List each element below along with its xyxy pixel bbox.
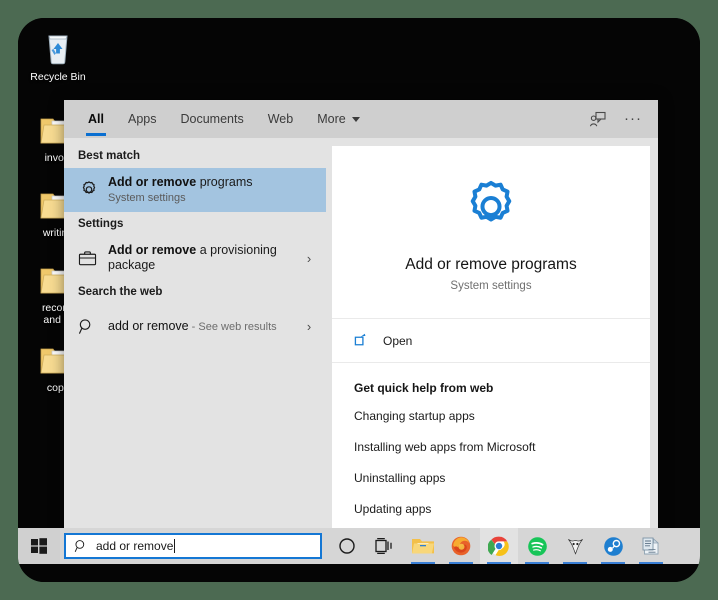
open-action-label: Open [383,333,413,348]
windows-logo-icon [31,538,47,554]
result-add-or-remove-programs[interactable]: Add or remove programs System settings [64,168,326,212]
help-link-updating-apps[interactable]: Updating apps [354,502,628,516]
result-title: add or remove - See web results [108,319,300,333]
result-see-web-results: - See web results [188,321,277,333]
quick-help-title: Get quick help from web [354,381,494,395]
tab-all[interactable]: All [76,100,116,138]
result-title-rest: programs [196,175,253,189]
tab-documents[interactable]: Documents [168,100,255,138]
result-title-match: add or remove [108,319,189,333]
notes-app-icon [642,537,659,554]
start-button[interactable] [18,528,60,564]
preview-subtitle: System settings [450,280,532,292]
feedback-icon [589,111,606,126]
search-panel-header: All Apps Documents Web More ··· [64,100,658,138]
search-panel-body: Best match Add or remove programs System… [64,138,658,545]
tab-label: All [88,112,104,126]
tab-label: Web [267,112,294,126]
help-link-uninstalling-apps[interactable]: Uninstalling apps [354,471,628,485]
tab-label: Documents [180,112,244,126]
cortana-icon [339,538,355,554]
desktop[interactable]: Recycle Bin invoic writing recordi and c… [18,18,700,582]
taskbar-item-cortana[interactable] [328,528,366,564]
taskbar: add or remove [18,528,700,564]
chevron-right-icon[interactable]: › [300,251,318,266]
briefcase-icon [78,250,108,267]
result-title: Add or remove programs [108,175,318,190]
feedback-button[interactable] [582,104,612,134]
header-actions: ··· [582,100,658,138]
quick-help-block: Get quick help from web Changing startup… [332,363,650,543]
search-input[interactable]: add or remove [96,539,173,553]
vivaldi-icon [567,538,583,555]
spotify-icon [527,536,547,556]
tab-apps[interactable]: Apps [116,100,169,138]
preview-title: Add or remove programs [405,256,577,273]
taskbar-item-steam[interactable] [594,528,632,564]
taskbar-item-firefox[interactable] [442,528,480,564]
recycle-bin-icon [48,35,68,65]
chevron-down-icon [351,116,360,122]
steam-icon [603,536,623,556]
result-web-search[interactable]: add or remove - See web results › [64,304,326,348]
result-title-match: Add or remove [108,175,197,189]
taskbar-item-task-view[interactable] [366,528,404,564]
firefox-icon [451,536,471,556]
chrome-icon [488,536,509,556]
taskbar-search-box[interactable]: add or remove [64,533,322,559]
group-title-search-the-web: Search the web [78,286,163,298]
chevron-right-icon[interactable]: › [300,319,318,334]
tab-more[interactable]: More [305,100,371,138]
preview-hero: Add or remove programs System settings [332,146,650,319]
taskbar-items [328,528,670,564]
taskbar-item-chrome[interactable] [480,528,518,564]
result-text: add or remove - See web results [108,319,300,333]
taskbar-item-notes-app[interactable] [632,528,670,564]
search-results-panel: All Apps Documents Web More ··· Best mat… [64,100,658,545]
more-options-button[interactable]: ··· [618,104,648,134]
tab-web[interactable]: Web [256,100,305,138]
result-provisioning-package[interactable]: Add or remove a provisioning package › [64,236,326,280]
result-subtitle: System settings [108,192,186,204]
magnifier-icon [78,318,108,335]
gear-icon-large [459,176,523,240]
taskbar-item-vivaldi[interactable] [556,528,594,564]
preview-pane: Add or remove programs System settings O… [332,146,650,537]
results-list: Best match Add or remove programs System… [64,138,326,545]
screenshot-root: Recycle Bin invoic writing recordi and c… [0,0,718,600]
open-action-row[interactable]: Open [332,319,650,363]
help-link-changing-startup-apps[interactable]: Changing startup apps [354,409,628,423]
result-text: Add or remove a provisioning package [108,243,300,273]
result-title-match: Add or remove [108,243,197,257]
gear-icon [78,179,108,201]
filter-tabs: All Apps Documents Web More [64,100,372,138]
more-options-icon: ··· [624,110,642,127]
magnifier-icon [74,540,85,553]
group-title-settings: Settings [78,218,124,230]
taskbar-item-spotify[interactable] [518,528,556,564]
tab-label: Apps [127,112,157,126]
text-cursor [174,539,176,553]
desktop-icon-recycle-bin[interactable]: Recycle Bin [20,28,96,83]
screen-frame: Recycle Bin invoic writing recordi and c… [18,18,700,582]
preview-pane-wrapper: Add or remove programs System settings O… [326,138,658,545]
help-link-installing-web-apps[interactable]: Installing web apps from Microsoft [354,440,628,454]
taskbar-item-file-explorer[interactable] [404,528,442,564]
desktop-icon-label: Recycle Bin [30,71,86,83]
open-external-icon [354,333,366,346]
result-title: Add or remove a provisioning package [108,243,300,273]
group-title-best-match: Best match [78,150,140,162]
result-text: Add or remove programs System settings [108,175,318,205]
tab-label: More [317,112,346,126]
file-explorer-icon [412,539,434,554]
task-view-icon [375,538,392,554]
